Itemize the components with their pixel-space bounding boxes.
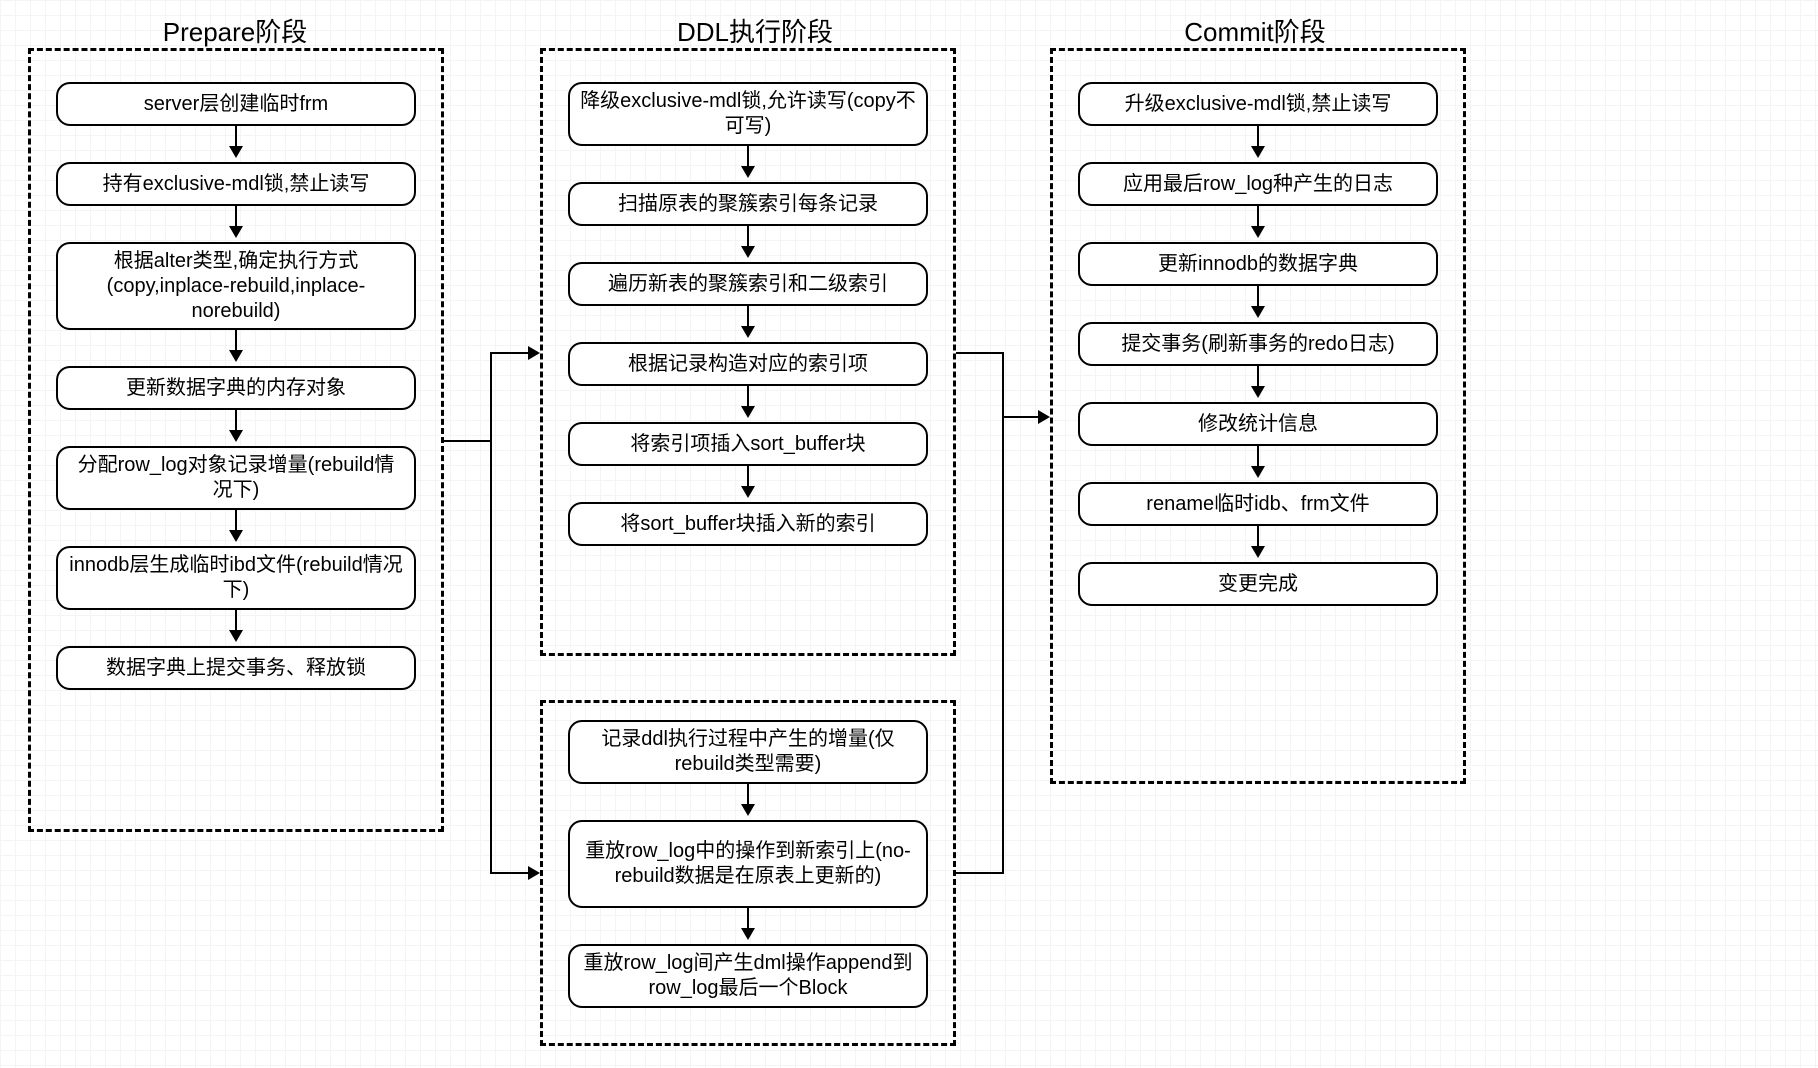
connector	[956, 872, 1002, 874]
prepare-node-1: server层创建临时frm	[56, 82, 416, 126]
commit-node-3: 更新innodb的数据字典	[1078, 242, 1438, 286]
prepare-node-4: 更新数据字典的内存对象	[56, 366, 416, 410]
prepare-node-3: 根据alter类型,确定执行方式(copy,inplace-rebuild,in…	[56, 242, 416, 330]
ddl2-node-2: 重放row_log中的操作到新索引上(no-rebuild数据是在原表上更新的)	[568, 820, 928, 908]
ddl2-node-3: 重放row_log间产生dml操作append到row_log最后一个Block	[568, 944, 928, 1008]
arrow	[235, 410, 237, 440]
arrow	[1257, 206, 1259, 236]
commit-node-5: 修改统计信息	[1078, 402, 1438, 446]
connector	[444, 440, 490, 442]
arrow	[747, 908, 749, 938]
commit-node-7: 变更完成	[1078, 562, 1438, 606]
commit-node-6: rename临时idb、frm文件	[1078, 482, 1438, 526]
prepare-node-6: innodb层生成临时ibd文件(rebuild情况下)	[56, 546, 416, 610]
connector	[490, 352, 492, 874]
arrow	[1257, 366, 1259, 396]
prepare-node-7: 数据字典上提交事务、释放锁	[56, 646, 416, 690]
arrow	[747, 306, 749, 336]
connector-arrow	[490, 352, 538, 354]
arrow	[747, 146, 749, 176]
arrow	[747, 386, 749, 416]
arrow	[1257, 526, 1259, 556]
ddl2-node-1: 记录ddl执行过程中产生的增量(仅rebuild类型需要)	[568, 720, 928, 784]
arrow	[235, 330, 237, 360]
arrow	[747, 226, 749, 256]
commit-node-1: 升级exclusive-mdl锁,禁止读写	[1078, 82, 1438, 126]
ddl-node-6: 将sort_buffer块插入新的索引	[568, 502, 928, 546]
arrow	[1257, 446, 1259, 476]
connector	[1002, 352, 1004, 874]
prepare-node-5: 分配row_log对象记录增量(rebuild情况下)	[56, 446, 416, 510]
commit-node-4: 提交事务(刷新事务的redo日志)	[1078, 322, 1438, 366]
connector	[956, 352, 1002, 354]
ddl-stage-title: DDL执行阶段	[640, 12, 870, 49]
prepare-node-2: 持有exclusive-mdl锁,禁止读写	[56, 162, 416, 206]
arrow	[235, 126, 237, 156]
ddl-node-2: 扫描原表的聚簇索引每条记录	[568, 182, 928, 226]
prepare-stage-title: Prepare阶段	[120, 12, 350, 49]
connector-arrow	[490, 872, 538, 874]
arrow	[1257, 126, 1259, 156]
connector-arrow	[1002, 416, 1048, 418]
arrow	[1257, 286, 1259, 316]
arrow	[235, 206, 237, 236]
arrow	[747, 466, 749, 496]
ddl-node-1: 降级exclusive-mdl锁,允许读写(copy不可写)	[568, 82, 928, 146]
arrow	[747, 784, 749, 814]
arrow	[235, 610, 237, 640]
ddl-node-5: 将索引项插入sort_buffer块	[568, 422, 928, 466]
arrow	[235, 510, 237, 540]
ddl-node-3: 遍历新表的聚簇索引和二级索引	[568, 262, 928, 306]
commit-node-2: 应用最后row_log种产生的日志	[1078, 162, 1438, 206]
commit-stage-title: Commit阶段	[1140, 12, 1370, 49]
ddl-node-4: 根据记录构造对应的索引项	[568, 342, 928, 386]
